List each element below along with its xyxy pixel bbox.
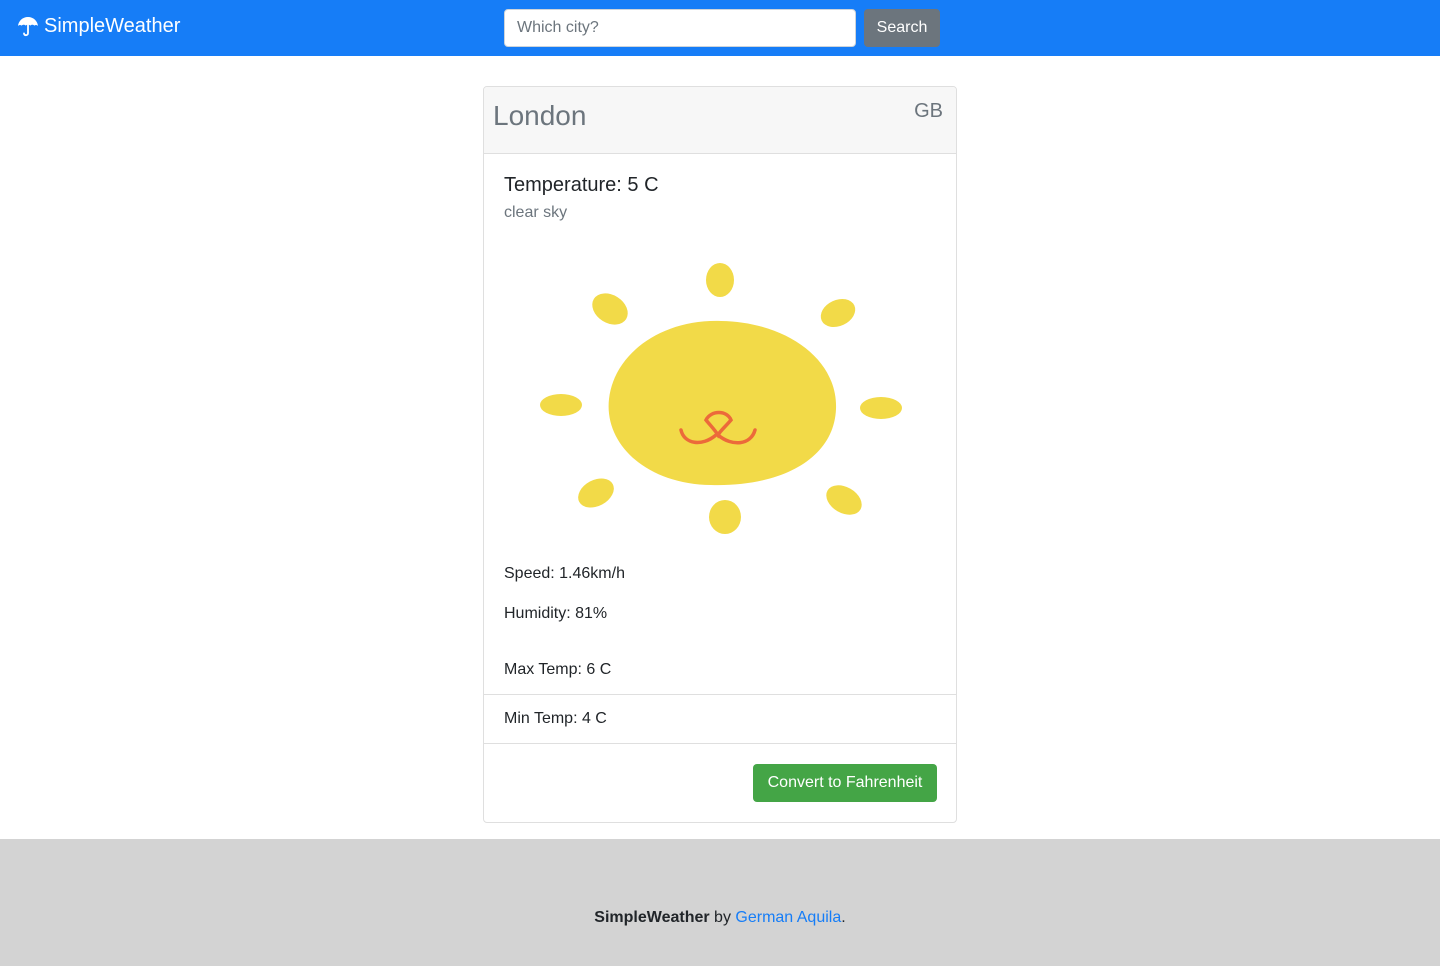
wind-speed: Speed: 1.46km/h <box>504 565 625 582</box>
weather-description: clear sky <box>504 204 568 221</box>
navbar: SimpleWeather Search <box>0 0 1440 56</box>
footer: SimpleWeather by German Aquila. <box>0 839 1440 966</box>
divider <box>484 743 956 744</box>
country-code: GB <box>914 100 943 122</box>
convert-fahrenheit-button[interactable]: Convert to Fahrenheit <box>753 764 937 802</box>
footer-period: . <box>841 909 846 926</box>
city-name: London <box>493 100 587 131</box>
divider <box>484 694 956 695</box>
card-header: London GB <box>484 87 956 154</box>
umbrella-icon <box>18 17 38 37</box>
max-temp: Max Temp: 6 C <box>504 661 612 678</box>
city-search-input[interactable] <box>504 9 856 47</box>
sun-icon <box>540 263 902 534</box>
temperature: Temperature: 5 C <box>504 174 659 196</box>
min-temp: Min Temp: 4 C <box>504 710 607 727</box>
footer-app-name: SimpleWeather <box>594 909 710 926</box>
humidity: Humidity: 81% <box>504 605 608 622</box>
footer-by: by <box>709 909 736 926</box>
brand-link[interactable]: SimpleWeather <box>16 14 180 38</box>
weather-card: London GB Temperature: 5 C clear sky Spe… <box>483 86 957 823</box>
brand-name: SimpleWeather <box>44 14 181 37</box>
author-link[interactable]: German Aquila <box>735 909 841 926</box>
footer-credit: SimpleWeather by German Aquila. <box>0 909 1440 927</box>
search-button[interactable]: Search <box>864 9 940 47</box>
